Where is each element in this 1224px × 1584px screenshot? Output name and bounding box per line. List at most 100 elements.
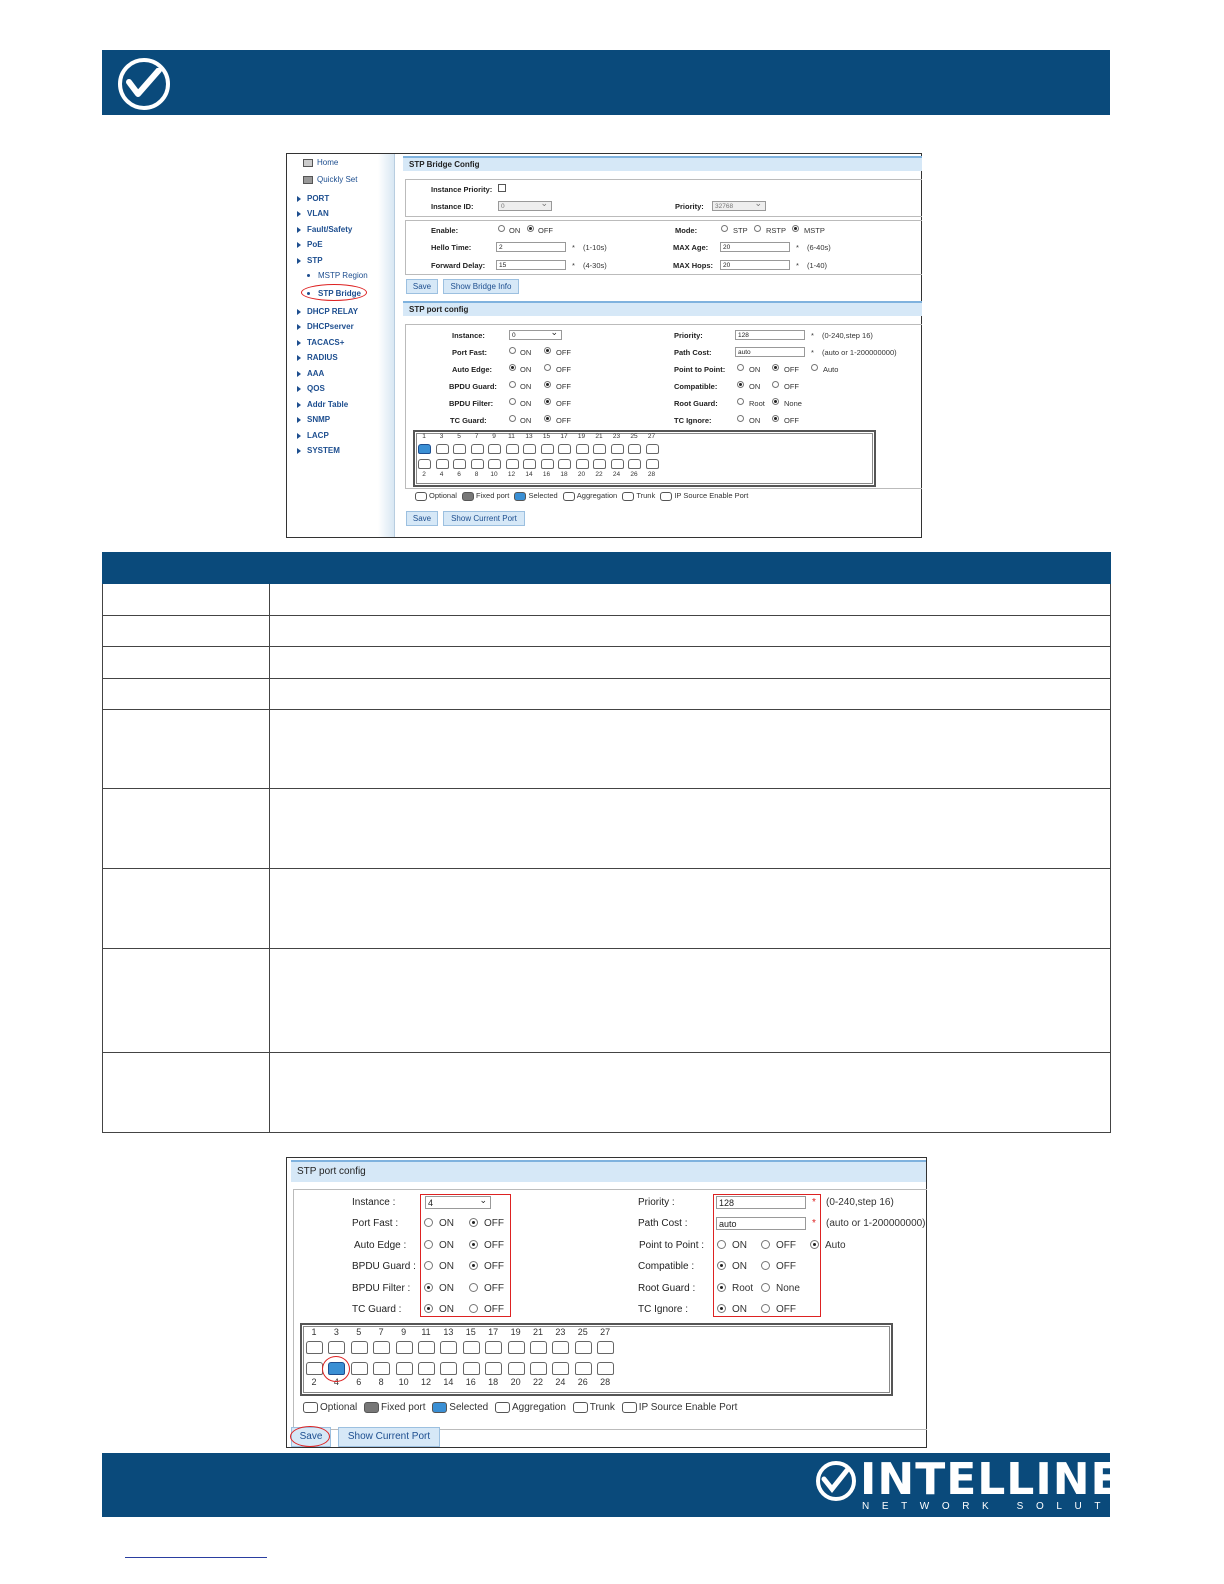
bridge-priority-select[interactable]: 32768 xyxy=(712,199,766,211)
max-hops-input[interactable]: 20 xyxy=(720,260,790,270)
port-21-icon[interactable] xyxy=(593,444,606,454)
port-27-icon[interactable] xyxy=(645,444,659,454)
port-11-icon[interactable] xyxy=(418,1341,435,1354)
port-18-icon[interactable] xyxy=(485,1362,503,1375)
sidebar-item-snmp[interactable]: SNMP xyxy=(297,415,330,424)
tc-ignore-on-radio[interactable] xyxy=(737,415,744,422)
sidebar-item-addr-table[interactable]: Addr Table xyxy=(297,400,348,409)
mode-mstp-radio[interactable] xyxy=(792,225,799,232)
hello-time-input[interactable]: 2 xyxy=(496,242,566,252)
port-25-icon[interactable] xyxy=(628,444,641,454)
tc-guard-off-radio[interactable] xyxy=(544,415,551,422)
sidebar-item-dhcp-relay[interactable]: DHCP RELAY xyxy=(297,307,358,316)
sidebar-item-quickly-set[interactable]: Quickly Set xyxy=(303,175,357,184)
port-17-icon[interactable] xyxy=(485,1341,503,1354)
sidebar-item-stp[interactable]: STP xyxy=(297,256,323,265)
port-20-icon[interactable] xyxy=(575,459,589,469)
port-17-icon[interactable] xyxy=(558,444,571,454)
max-age-input[interactable]: 20 xyxy=(720,242,790,252)
port-15-icon[interactable] xyxy=(462,1341,480,1354)
enable-off-radio[interactable] xyxy=(527,225,534,232)
port-14-icon[interactable] xyxy=(440,1362,458,1375)
sidebar-item-radius[interactable]: RADIUS xyxy=(297,353,338,362)
port-7-icon[interactable] xyxy=(373,1341,391,1354)
port-19-icon[interactable] xyxy=(575,444,589,454)
auto-edge-on-radio[interactable] xyxy=(509,364,516,371)
port-3-icon[interactable] xyxy=(435,444,449,454)
path-cost-input[interactable]: auto xyxy=(735,347,805,357)
port-14-icon[interactable] xyxy=(523,459,536,469)
port-12-icon[interactable] xyxy=(505,459,519,469)
port-18-icon[interactable] xyxy=(558,459,571,469)
show-current-port-button[interactable]: Show Current Port xyxy=(443,511,525,526)
root-guard-root-radio[interactable] xyxy=(737,398,744,405)
port-5-icon[interactable] xyxy=(453,444,466,454)
port-28-icon[interactable] xyxy=(645,459,659,469)
sidebar-item-port[interactable]: PORT xyxy=(297,194,329,203)
bpdu-guard-on-radio[interactable] xyxy=(509,381,516,388)
port-20-icon[interactable] xyxy=(507,1362,525,1375)
port-22-icon[interactable] xyxy=(593,459,606,469)
port-4-icon[interactable] xyxy=(435,459,449,469)
port-24-icon[interactable] xyxy=(552,1362,570,1375)
mode-stp-radio[interactable] xyxy=(721,225,728,232)
port-priority-input[interactable]: 128 xyxy=(735,330,805,340)
sidebar-item-dhcpserver[interactable]: DHCPserver xyxy=(297,322,354,331)
port-9-icon[interactable] xyxy=(488,444,501,454)
compatible-off-radio[interactable] xyxy=(772,381,779,388)
port-8-icon[interactable] xyxy=(470,459,484,469)
sidebar-item-poe[interactable]: PoE xyxy=(297,240,323,249)
port-16-icon[interactable] xyxy=(462,1362,480,1375)
bpdu-filter-on-radio[interactable] xyxy=(509,398,516,405)
compatible-on-radio[interactable] xyxy=(737,381,744,388)
p2p-auto-radio[interactable] xyxy=(811,364,818,371)
port-1-icon[interactable] xyxy=(306,1341,323,1354)
port-10-icon[interactable] xyxy=(488,459,501,469)
port-11-icon[interactable] xyxy=(505,444,519,454)
port-26-icon[interactable] xyxy=(574,1362,592,1375)
forward-delay-input[interactable]: 15 xyxy=(496,260,566,270)
port-23-icon[interactable] xyxy=(552,1341,570,1354)
port-6-icon[interactable] xyxy=(453,459,466,469)
port-15-icon[interactable] xyxy=(540,444,554,454)
port-24-icon[interactable] xyxy=(610,459,624,469)
instance-select[interactable]: 0 xyxy=(509,328,562,340)
tc-ignore-off-radio[interactable] xyxy=(772,415,779,422)
sidebar-item-mstp-region[interactable]: MSTP Region xyxy=(307,271,368,280)
port-8-icon[interactable] xyxy=(373,1362,391,1375)
sidebar-item-lacp[interactable]: LACP xyxy=(297,431,329,440)
auto-edge-off-radio[interactable] xyxy=(544,364,551,371)
port-3-icon[interactable] xyxy=(328,1341,346,1354)
port-save-button[interactable]: Save xyxy=(406,511,438,526)
bpdu-guard-off-radio[interactable] xyxy=(544,381,551,388)
port-7-icon[interactable] xyxy=(470,444,484,454)
p2p-on-radio[interactable] xyxy=(737,364,744,371)
enable-on-radio[interactable] xyxy=(498,225,505,232)
port-23-icon[interactable] xyxy=(610,444,624,454)
port-10-icon[interactable] xyxy=(395,1362,413,1375)
port-12-icon[interactable] xyxy=(418,1362,435,1375)
port-25-icon[interactable] xyxy=(574,1341,592,1354)
port-28-icon[interactable] xyxy=(597,1362,615,1375)
port-6-icon[interactable] xyxy=(350,1362,368,1375)
port-16-icon[interactable] xyxy=(540,459,554,469)
bpdu-filter-off-radio[interactable] xyxy=(544,398,551,405)
port-21-icon[interactable] xyxy=(530,1341,547,1354)
bridge-save-button[interactable]: Save xyxy=(406,279,438,294)
port-fast-off-radio[interactable] xyxy=(544,347,551,354)
sidebar-item-vlan[interactable]: VLAN xyxy=(297,209,329,218)
p2p-off-radio[interactable] xyxy=(772,364,779,371)
port-27-icon[interactable] xyxy=(597,1341,615,1354)
sidebar-item-fault-safety[interactable]: Fault/Safety xyxy=(297,225,352,234)
port-fast-on-radio[interactable] xyxy=(509,347,516,354)
sidebar-item-aaa[interactable]: AAA xyxy=(297,369,324,378)
root-guard-none-radio[interactable] xyxy=(772,398,779,405)
port-2-icon[interactable] xyxy=(306,1362,323,1375)
tc-guard-on-radio[interactable] xyxy=(509,415,516,422)
port-5-icon[interactable] xyxy=(350,1341,368,1354)
mode-rstp-radio[interactable] xyxy=(754,225,761,232)
port-1-icon[interactable] xyxy=(418,444,431,454)
show-bridge-info-button[interactable]: Show Bridge Info xyxy=(443,279,519,294)
sidebar-item-system[interactable]: SYSTEM xyxy=(297,446,340,455)
port-9-icon[interactable] xyxy=(395,1341,413,1354)
